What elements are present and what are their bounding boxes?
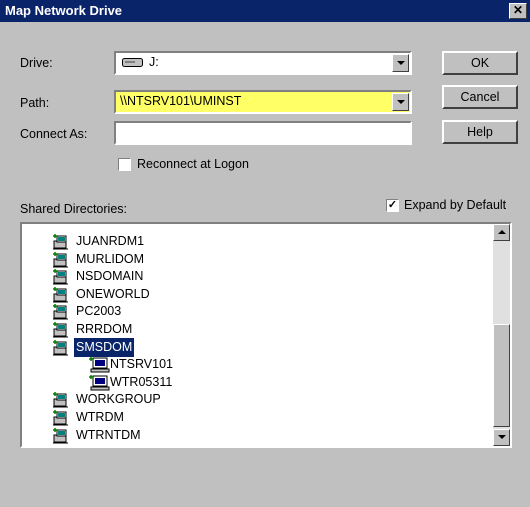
map-network-drive-dialog: Map Network Drive ✕ Drive: J: Path: \\NT… (0, 0, 530, 507)
drive-label: Drive: (20, 56, 53, 70)
tree-item-label: WTR05311 (110, 374, 173, 389)
ok-button[interactable]: OK (442, 51, 518, 75)
shared-directories-label: Shared Directories: (20, 202, 127, 216)
check-icon: ✓ (387, 199, 398, 211)
path-value[interactable]: \\NTSRV101\UMINST (120, 94, 241, 108)
path-dropdown-button[interactable] (392, 93, 409, 111)
expand-by-default-label: Expand by Default (404, 198, 507, 212)
tree-item-label: MURLIDOM (76, 251, 145, 266)
cancel-button[interactable]: Cancel (442, 85, 518, 109)
domain-icon (52, 427, 70, 446)
vertical-scrollbar[interactable] (493, 224, 510, 446)
window-title: Map Network Drive (5, 3, 123, 18)
tree-item-label: WTRNTDM (76, 427, 141, 442)
connect-as-field[interactable] (114, 121, 412, 145)
tree-item-label: WTRDM (76, 410, 124, 424)
title-bar: Map Network Drive ✕ (0, 0, 530, 22)
scroll-thumb[interactable] (493, 324, 510, 427)
shared-directories-tree[interactable]: JUANRDM1 MURLIDOM NSDOMAIN ONEWORLD PC2003 RR… (20, 222, 512, 448)
drive-value: J: (149, 55, 159, 69)
tree-item-label: WORKGROUP (76, 392, 161, 407)
reconnect-checkbox[interactable] (118, 158, 131, 171)
expand-by-default-checkbox[interactable]: ✓ (386, 199, 399, 212)
tree-item-label: ONEWORLD (76, 286, 150, 301)
tree-item-label: SMSDOM (74, 337, 135, 357)
tree-item-label: PC2003 (76, 304, 122, 319)
close-icon: ✕ (512, 3, 524, 17)
tree-item-label: RRRDOM (76, 322, 133, 336)
close-button[interactable]: ✕ (509, 3, 527, 19)
tree-item-label: NSDOMAIN (76, 269, 144, 284)
tree-item-label: JUANRDM1 (76, 234, 145, 248)
path-combobox[interactable]: \\NTSRV101\UMINST (114, 90, 412, 114)
reconnect-label: Reconnect at Logon (137, 157, 249, 171)
path-label: Path: (20, 96, 50, 110)
help-button[interactable]: Help (442, 120, 518, 144)
connect-as-label: Connect As: (20, 127, 88, 141)
scroll-down-button[interactable] (493, 429, 510, 446)
drive-dropdown-button[interactable] (392, 54, 409, 72)
domain-icon (52, 339, 70, 362)
tree-item-label: NTSRV101 (110, 357, 173, 372)
scroll-up-button[interactable] (493, 224, 510, 241)
drive-icon (122, 58, 143, 67)
drive-combobox[interactable]: J: (114, 51, 412, 75)
